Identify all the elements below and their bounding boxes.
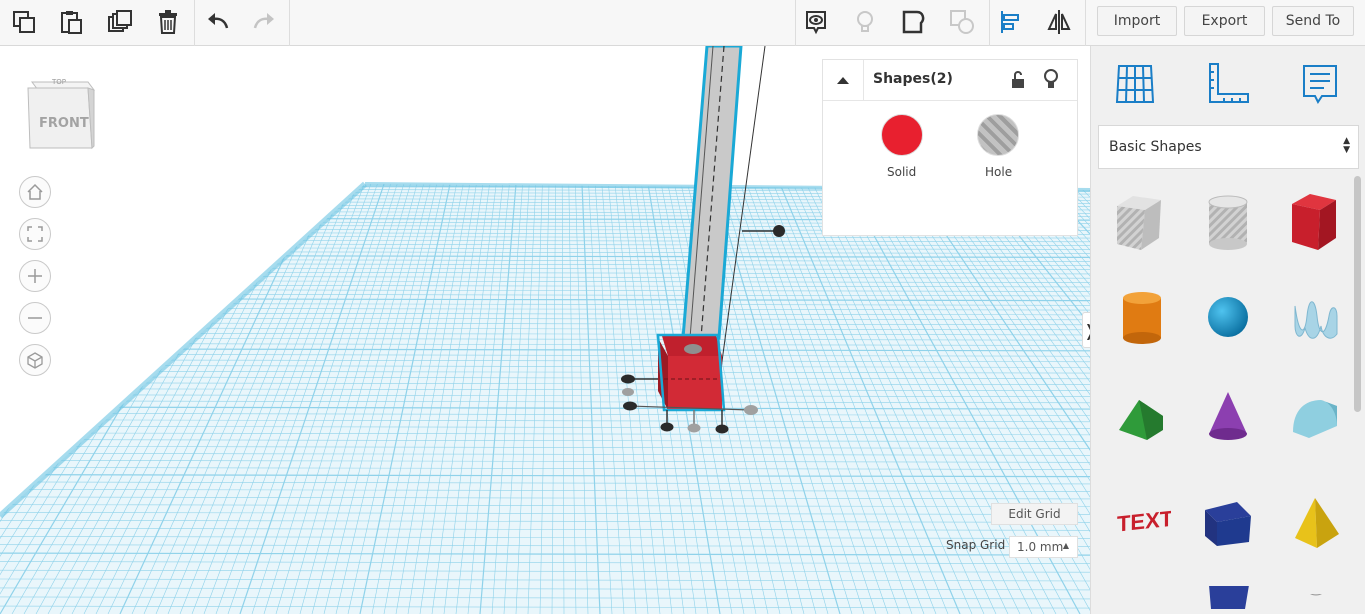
sphere-shape[interactable] [1197,286,1259,348]
copy-icon [13,11,35,33]
fit-view-button[interactable] [19,218,51,250]
send-to-button[interactable]: Send To [1272,6,1354,36]
main-toolbar: Import Export Send To [0,0,1365,46]
redo-icon [253,13,274,29]
show-all-icon [806,11,826,35]
zoom-in-icon [28,269,42,283]
copy-button[interactable] [6,4,42,40]
hide-button[interactable] [847,4,883,40]
roof-shape[interactable] [1111,386,1173,448]
toolbar-divider [989,0,990,46]
paste-button[interactable] [53,4,89,40]
ungroup-icon [950,10,974,34]
edit-grid-button[interactable]: Edit Grid [991,503,1078,525]
notes-tab[interactable] [1294,58,1346,110]
select-arrows-icon: ▲ ▼ [1343,136,1350,155]
solid-swatch[interactable] [881,114,923,156]
solid-label: Solid [887,165,917,179]
ungroup-button[interactable] [944,4,980,40]
toolbar-divider [194,0,195,46]
shape-inspector: Shapes(2) Solid Hole [822,59,1078,236]
hole-swatch[interactable] [977,114,1019,156]
box-hole-shape[interactable] [1109,192,1171,254]
shape-tile-partial[interactable] [1197,586,1259,614]
pyramid-shape[interactable] [1285,492,1347,554]
chevron-up-icon [837,77,849,84]
notes-tab-icon [1303,65,1337,104]
undo-button[interactable] [200,4,236,40]
zoom-in-button[interactable] [19,260,51,292]
ruler-tab[interactable] [1202,58,1254,110]
shape-tile-partial[interactable] [1111,600,1173,614]
inspector-title: Shapes(2) [873,71,953,87]
zoom-out-icon [28,317,42,319]
lightbulb-icon[interactable] [1043,69,1059,91]
prism-shape[interactable] [1197,492,1259,554]
inspector-header: Shapes(2) [823,60,1077,101]
panel-scrollbar[interactable] [1354,176,1361,412]
duplicate-icon [108,10,132,32]
hole-label: Hole [985,165,1013,179]
hole-option[interactable]: Hole [971,110,1027,180]
toolbar-divider [1085,0,1086,46]
shape-tile-partial[interactable] [1285,594,1347,614]
workplane-tab-icon [1115,65,1155,103]
scribble-shape[interactable] [1285,286,1347,348]
shape-library-select[interactable]: Basic Shapes ▲ ▼ [1098,125,1359,169]
text-shape[interactable]: TEXT [1111,492,1173,554]
snap-grid-value: 1.0 mm [1017,540,1064,554]
svg-text:TEXT: TEXT [1117,506,1171,537]
group-icon [902,10,925,34]
cylinder-hole-shape[interactable] [1197,192,1259,254]
shape-library-label: Basic Shapes [1109,139,1202,155]
group-button[interactable] [896,4,932,40]
toolbar-divider [795,0,796,46]
duplicate-button[interactable] [102,4,138,40]
round-roof-shape[interactable] [1285,386,1347,448]
export-button[interactable]: Export [1184,6,1265,36]
perspective-button[interactable] [19,344,51,376]
delete-button[interactable] [150,4,186,40]
show-all-button[interactable] [798,4,834,40]
delete-icon [159,10,177,34]
box-shape[interactable] [1284,192,1346,254]
workplane-tab[interactable] [1109,58,1161,110]
lightbulb-icon [857,11,873,32]
cylinder-shape[interactable] [1111,286,1173,348]
viewcube-top-label: TOP [52,78,67,86]
mirror-button[interactable] [1041,4,1077,40]
zoom-out-button[interactable] [19,302,51,334]
snap-grid-label: Snap Grid [946,538,1006,552]
chevron-up-icon: ▲ [1062,541,1069,550]
ruler-tab-icon [1209,63,1249,103]
viewcube-front-label: FRONT [39,116,89,131]
fit-view-icon [27,226,43,242]
mirror-icon [1047,10,1071,34]
inspector-collapse-button[interactable] [823,60,864,100]
snap-grid-select[interactable]: 1.0 mm ▲ [1009,536,1078,558]
align-button[interactable] [993,4,1029,40]
undo-icon [208,13,229,29]
perspective-icon [27,352,43,369]
workplane-viewport[interactable]: TOP FRONT Shapes(2) Solid Hole [0,46,1090,614]
paste-icon [61,11,82,34]
import-button[interactable]: Import [1097,6,1177,36]
view-cube[interactable]: TOP FRONT [22,74,98,152]
toolbar-divider [289,0,290,46]
cone-shape[interactable] [1197,386,1259,448]
lock-icon[interactable] [1010,70,1026,90]
redo-button[interactable] [246,4,282,40]
align-icon [1001,11,1019,33]
solid-option[interactable]: Solid [875,110,931,180]
shapes-panel: Basic Shapes ▲ ▼ TEXT [1090,46,1365,614]
home-view-button[interactable] [19,176,51,208]
home-view-icon [27,183,43,200]
